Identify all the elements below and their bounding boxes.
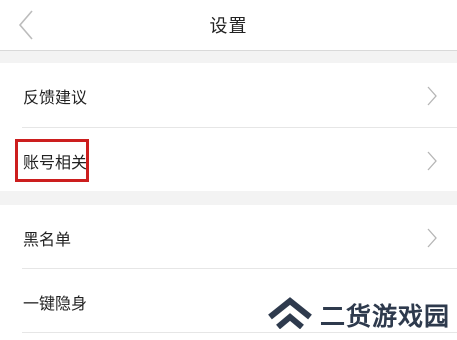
page-title: 设置 xyxy=(209,16,248,37)
chevron-right-icon xyxy=(425,150,439,176)
watermark-text: 二货游戏园 xyxy=(320,302,451,331)
header-bar: 设置 xyxy=(0,0,457,51)
highlight-box xyxy=(15,139,89,182)
watermark: 二货游戏园 xyxy=(266,291,452,335)
chevron-right-icon xyxy=(425,85,439,111)
watermark-logo-icon xyxy=(268,297,312,329)
menu-item-blacklist[interactable]: 黑名单 xyxy=(0,205,457,268)
menu-item-feedback[interactable]: 反馈建议 xyxy=(0,63,457,126)
section-separator xyxy=(0,51,457,63)
section-separator xyxy=(0,191,457,205)
menu-item-label: 反馈建议 xyxy=(23,88,88,107)
menu-item-label: 黑名单 xyxy=(23,230,72,249)
chevron-right-icon xyxy=(425,227,439,253)
menu-item-label: 一键隐身 xyxy=(23,294,88,313)
